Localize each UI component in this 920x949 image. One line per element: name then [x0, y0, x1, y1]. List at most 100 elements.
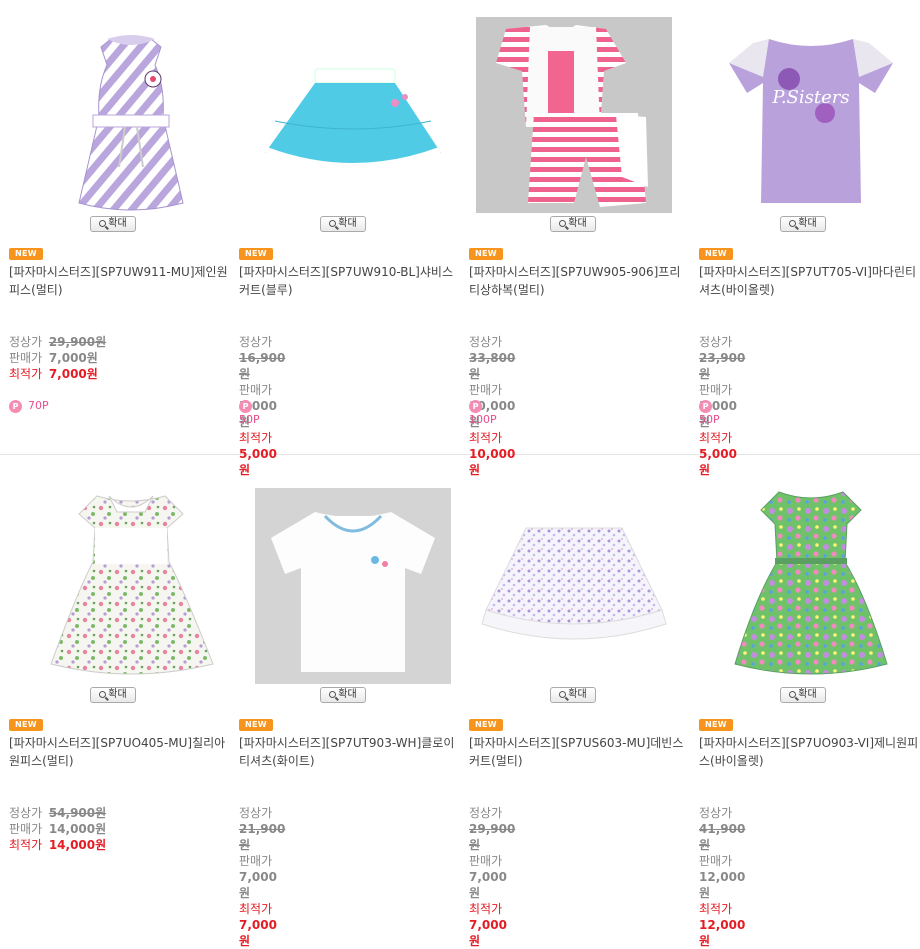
best-price-label: 최적가 — [9, 367, 43, 381]
product-image[interactable] — [476, 17, 672, 213]
product-name-link[interactable]: [파자마시스터즈][SP7UW911-MU]제인원피스(멀티) — [9, 263, 231, 299]
magnifier-icon — [559, 691, 567, 698]
best-price: 5,000원 — [699, 447, 737, 477]
magnifier-icon — [559, 220, 567, 227]
best-price: 7,000원 — [469, 918, 507, 948]
best-price-row: 최적가 5,000원 — [699, 430, 745, 478]
sale-price-label: 판매가 — [469, 854, 503, 868]
reward-points: P50P — [239, 399, 260, 427]
product-name-link[interactable]: [파자마시스터즈][SP7UT903-WH]클로이티셔츠(화이트) — [239, 734, 461, 770]
price-block: 정상가 41,900원 판매가 12,000원 최적가 12,000원 — [699, 805, 745, 949]
price-block: 정상가 29,900원 판매가 7,000원 최적가 7,000원 — [469, 805, 515, 949]
product-image[interactable] — [255, 17, 451, 213]
product-image[interactable]: P.Sisters — [713, 17, 909, 213]
best-price-row: 최적가 5,000원 — [239, 430, 285, 478]
product-name-link[interactable]: [파자마시스터즈][SP7UW910-BL]샤비스커트(블루) — [239, 263, 461, 299]
price-block: 정상가 21,900원 판매가 7,000원 최적가 7,000원 — [239, 805, 285, 949]
point-icon: P — [239, 399, 252, 413]
product-image[interactable] — [33, 488, 229, 684]
original-price-label: 정상가 — [699, 806, 733, 820]
zoom-button[interactable]: 확대 — [550, 216, 596, 232]
sale-price: 12,000원 — [699, 870, 746, 900]
product-name-link[interactable]: [파자마시스터즈][SP7UO405-MU]칠리아원피스(멀티) — [9, 734, 231, 770]
original-price: 29,900원 — [48, 335, 107, 349]
zoom-button[interactable]: 확대 — [320, 216, 366, 232]
product-name-link[interactable]: [파자마시스터즈][SP7UW905-906]프리티상하복(멀티) — [469, 263, 691, 299]
sale-price-label: 판매가 — [239, 383, 273, 397]
original-price-row: 정상가 41,900원 — [699, 805, 745, 853]
sale-price-label: 판매가 — [699, 854, 733, 868]
original-price-row: 정상가 21,900원 — [239, 805, 285, 853]
zoom-label: 확대 — [798, 689, 817, 700]
best-price-row: 최적가 10,000원 — [469, 430, 515, 478]
product-name-link[interactable]: [파자마시스터즈][SP7UO903-VI]제니원피스(바이올렛) — [699, 734, 920, 770]
points-value: 100P — [469, 413, 497, 426]
new-badge: NEW — [469, 248, 503, 260]
sale-price-label: 판매가 — [469, 383, 503, 397]
points-value: 50P — [699, 413, 720, 426]
magnifier-icon — [789, 691, 797, 698]
zoom-button[interactable]: 확대 — [90, 216, 136, 232]
sale-price-label: 판매가 — [239, 854, 273, 868]
sale-price-label: 판매가 — [9, 351, 43, 365]
zoom-label: 확대 — [568, 218, 587, 229]
sale-price: 7,000원 — [469, 870, 507, 900]
best-price-row: 최적가 7,000원 — [469, 901, 515, 949]
product-name-link[interactable]: [파자마시스터즈][SP7US603-MU]데빈스커트(멀티) — [469, 734, 691, 770]
reward-points: P100P — [469, 399, 497, 427]
zoom-label: 확대 — [108, 218, 127, 229]
original-price: 16,900원 — [239, 351, 286, 381]
best-price-label: 최적가 — [469, 902, 503, 916]
zoom-label: 확대 — [338, 218, 357, 229]
sale-price-row: 판매가 12,000원 — [699, 853, 745, 901]
sale-price: 7,000원 — [239, 870, 277, 900]
sale-price-label: 판매가 — [9, 822, 43, 836]
best-price-row: 최적가 12,000원 — [699, 901, 745, 949]
point-icon: P — [9, 399, 22, 413]
zoom-button[interactable]: 확대 — [780, 216, 826, 232]
zoom-button[interactable]: 확대 — [780, 687, 826, 703]
original-price: 54,900원 — [48, 806, 107, 820]
reward-points: P 70P — [9, 399, 49, 413]
zoom-button[interactable]: 확대 — [90, 687, 136, 703]
original-price: 33,800원 — [469, 351, 516, 381]
product-image[interactable] — [713, 488, 909, 684]
new-badge: NEW — [699, 719, 733, 731]
points-value: 70P — [28, 399, 49, 412]
product-name-link[interactable]: [파자마시스터즈][SP7UT705-VI]마다린티셔츠(바이올렛) — [699, 263, 920, 299]
best-price: 7,000원 — [239, 918, 277, 948]
new-badge: NEW — [9, 248, 43, 260]
product-image[interactable] — [476, 488, 672, 684]
best-price: 7,000원 — [48, 367, 98, 381]
original-price-label: 정상가 — [469, 806, 503, 820]
original-price-label: 정상가 — [699, 335, 733, 349]
zoom-label: 확대 — [338, 689, 357, 700]
magnifier-icon — [789, 220, 797, 227]
original-price-row: 정상가 54,900원 — [9, 805, 106, 821]
zoom-button[interactable]: 확대 — [550, 687, 596, 703]
sale-price-row: 판매가 7,000원 — [9, 350, 106, 366]
best-price-row: 최적가 14,000원 — [9, 837, 106, 853]
new-badge: NEW — [699, 248, 733, 260]
best-price: 12,000원 — [699, 918, 746, 948]
sale-price-row: 판매가 14,000원 — [9, 821, 106, 837]
product-image[interactable] — [33, 17, 229, 213]
points-value: 50P — [239, 413, 260, 426]
best-price-label: 최적가 — [9, 838, 43, 852]
best-price-label: 최적가 — [699, 431, 733, 445]
best-price: 14,000원 — [48, 838, 107, 852]
original-price-row: 정상가 29,900원 — [9, 334, 106, 350]
original-price-label: 정상가 — [239, 806, 273, 820]
best-price-row: 최적가 7,000원 — [9, 366, 106, 382]
best-price-label: 최적가 — [239, 902, 273, 916]
zoom-button[interactable]: 확대 — [320, 687, 366, 703]
new-badge: NEW — [9, 719, 43, 731]
best-price-label: 최적가 — [469, 431, 503, 445]
magnifier-icon — [99, 691, 107, 698]
original-price-label: 정상가 — [239, 335, 273, 349]
original-price: 21,900원 — [239, 822, 286, 852]
product-image[interactable] — [255, 488, 451, 684]
price-block: 정상가 54,900원 판매가 14,000원 최적가 14,000원 — [9, 805, 106, 853]
best-price-label: 최적가 — [239, 431, 273, 445]
reward-points: P50P — [699, 399, 720, 427]
